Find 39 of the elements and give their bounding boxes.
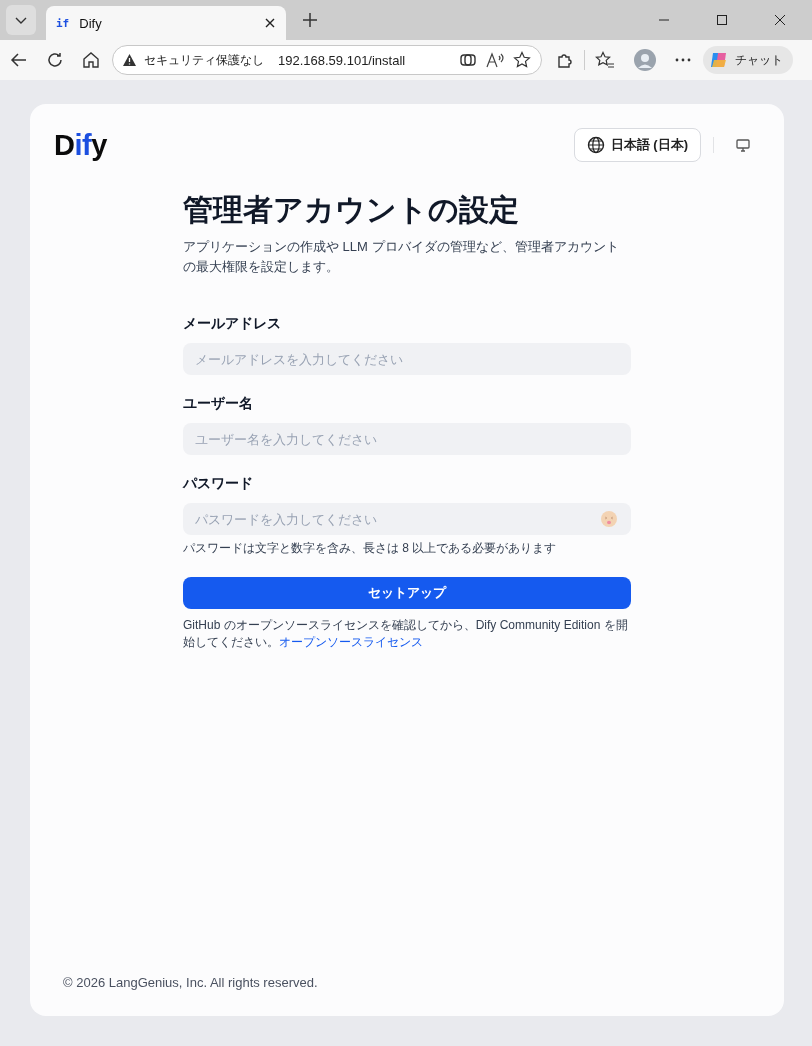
field-label: パスワード bbox=[183, 475, 254, 493]
back-icon[interactable] bbox=[10, 51, 28, 69]
favorites-icon[interactable] bbox=[595, 51, 615, 69]
read-aloud-icon[interactable] bbox=[485, 51, 505, 69]
globe-icon bbox=[586, 136, 605, 154]
plus-icon[interactable] bbox=[302, 12, 318, 28]
password-field[interactable]: パスワードを入力してください bbox=[183, 503, 631, 535]
copilot-icon bbox=[709, 50, 729, 70]
input-field[interactable]: ユーザー名を入力してください bbox=[183, 423, 631, 455]
input-field[interactable]: メールアドレスを入力してください bbox=[183, 343, 631, 375]
field-label: ユーザー名 bbox=[183, 395, 254, 413]
page-title: 管理者アカウントの設定 bbox=[183, 192, 520, 228]
security-label: セキュリティ保護なし bbox=[144, 51, 264, 69]
close-icon[interactable] bbox=[774, 14, 786, 26]
home-icon[interactable] bbox=[82, 51, 100, 69]
dify-logo: Dify bbox=[54, 128, 107, 162]
license-link[interactable]: オープンソースライセンス bbox=[279, 635, 423, 649]
copyright-text: © 2026 LangGenius, Inc. All rights reserved. bbox=[62, 975, 319, 990]
field-label: メールアドレス bbox=[183, 315, 282, 333]
setup-button[interactable]: セットアップ bbox=[183, 577, 631, 609]
copilot-button[interactable]: チャット bbox=[703, 46, 793, 74]
warning-icon bbox=[123, 54, 136, 66]
tabs-icon[interactable] bbox=[459, 51, 477, 69]
monitor-icon[interactable] bbox=[736, 138, 750, 152]
close-icon[interactable] bbox=[264, 17, 276, 29]
license-text: GitHub のオープンソースライセンスを確認してから、Dify Community Edition を開始してください。オープンソースライセンス bbox=[183, 617, 629, 651]
browser-tab[interactable]: if Dify bbox=[46, 6, 286, 40]
favicon: if bbox=[56, 16, 70, 30]
language-button[interactable]: 日本語 (日本) bbox=[573, 128, 701, 162]
puzzle-icon[interactable] bbox=[556, 51, 574, 69]
url-text: 192.168.59.101/install bbox=[278, 52, 406, 68]
maximize-icon[interactable] bbox=[716, 14, 728, 26]
refresh-icon[interactable] bbox=[46, 51, 64, 69]
page-description: アプリケーションの作成や LLM プロバイダの管理など、管理者アカウントの最大権限を設定します。 bbox=[183, 238, 620, 276]
address-bar[interactable]: セキュリティ保護なし 192.168.59.101/install bbox=[112, 45, 542, 75]
more-icon[interactable] bbox=[675, 58, 691, 62]
password-hint: パスワードは文字と数字を含み、長さは 8 以上である必要があります bbox=[183, 540, 558, 557]
star-icon[interactable] bbox=[513, 51, 531, 69]
tab-title: Dify bbox=[79, 15, 103, 31]
